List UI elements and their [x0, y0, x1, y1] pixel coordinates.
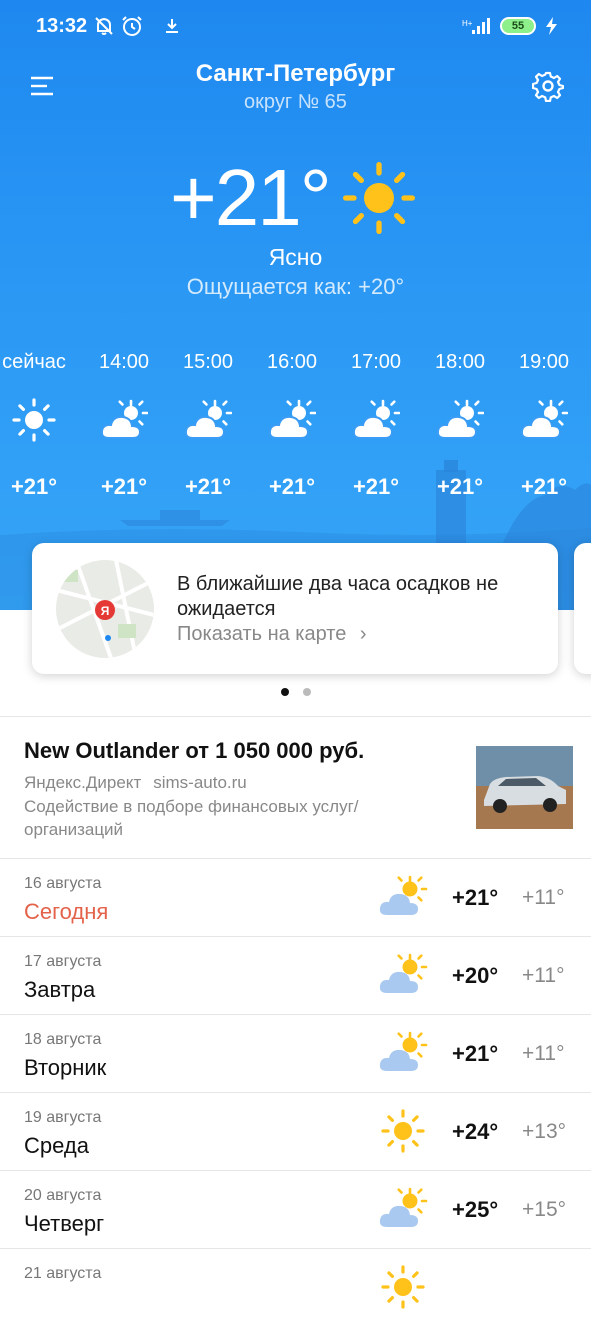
forecast-high: +21° [452, 885, 499, 910]
partly-cloudy-icon [100, 398, 148, 442]
hourly-time: 15:00 [182, 351, 234, 373]
forecast-low: +11° [522, 1042, 565, 1065]
partly-cloudy-icon [184, 398, 232, 442]
hourly-temp: +21° [10, 474, 58, 499]
forecast-high: +20° [452, 963, 499, 988]
forecast-day-name: Вторник [24, 1055, 107, 1080]
forecast-day-name: Завтра [24, 977, 96, 1002]
forecast-low: +13° [522, 1120, 567, 1143]
hourly-item[interactable]: сейчас +21° [0, 346, 76, 500]
forecast-high: +25° [452, 1197, 499, 1222]
forecast-date: 19 августа [24, 1109, 102, 1126]
map-marker-label: Я [101, 604, 110, 618]
mute-notifications-icon [95, 17, 113, 35]
partly-cloudy-icon [378, 875, 428, 919]
forecast-day-name: Среда [24, 1133, 89, 1158]
partly-cloudy-icon [378, 1031, 428, 1075]
forecast-day-row[interactable]: 19 августа Среда +24° +13° [0, 1093, 591, 1171]
show-on-map-link[interactable]: Показать на карте › [177, 623, 367, 646]
signal-icon: H+ [462, 18, 490, 34]
forecast-day-row[interactable]: 16 августа Сегодня +21° +11° [0, 859, 591, 937]
sun-icon [339, 158, 419, 238]
partly-cloudy-icon [520, 398, 568, 442]
hourly-item[interactable]: 14:00 +21° [82, 346, 166, 500]
hourly-time: 18:00 [434, 351, 486, 373]
forecast-day-name: Сегодня [24, 899, 109, 924]
forecast-high: +24° [452, 1119, 499, 1144]
hourly-item[interactable]: 17:00 +21° [334, 346, 418, 500]
forecast-day-row[interactable]: 20 августа Четверг +25° +15° [0, 1171, 591, 1249]
svg-text:H+: H+ [462, 19, 473, 28]
sun-icon [381, 1109, 425, 1153]
partly-cloudy-icon [378, 953, 428, 997]
hourly-item[interactable]: 15:00 +21° [166, 346, 250, 500]
status-time: 13:32 [36, 15, 88, 37]
partly-cloudy-icon [378, 1187, 428, 1231]
forecast-low: +11° [522, 964, 565, 987]
next-card-peek[interactable] [574, 543, 591, 674]
ad-domain[interactable]: sims-auto.ru [153, 773, 247, 792]
hourly-forecast[interactable]: сейчас +21° 14:00 +21° 15:00 +21° 16:00 … [0, 346, 591, 516]
hourly-temp: +21° [520, 474, 568, 499]
district-name: округ № 65 [244, 91, 347, 113]
ad-description: Содействие в подборе финансовых услуг/ор… [24, 797, 359, 839]
hourly-temp: +21° [184, 474, 232, 499]
partly-cloudy-icon [268, 398, 316, 442]
hourly-temp: +21° [100, 474, 148, 499]
charging-icon [546, 17, 557, 35]
current-condition: Ясно [268, 244, 323, 270]
current-temperature: +21° [170, 153, 332, 242]
hourly-item[interactable]: 18:00 +21° [418, 346, 502, 500]
city-name[interactable]: Санкт-Петербург [0, 60, 591, 88]
chevron-right-icon: › [359, 623, 367, 645]
forecast-date: 17 августа [24, 953, 102, 970]
hourly-temp: +21° [268, 474, 316, 499]
forecast-date: 20 августа [24, 1187, 102, 1204]
carousel-pagination [0, 683, 591, 701]
hourly-item[interactable]: 16:00 +21° [250, 346, 334, 500]
forecast-day-name: Четверг [24, 1211, 105, 1236]
battery-indicator: 55 [500, 17, 536, 35]
partly-cloudy-icon [436, 398, 484, 442]
hourly-item[interactable]: 19:00 +21° [502, 346, 586, 500]
show-on-map-label: Показать на карте [177, 623, 347, 645]
sun-icon [381, 1265, 425, 1309]
forecast-day-row[interactable]: 17 августа Завтра +20° +11° [0, 937, 591, 1015]
feels-like: Ощущается как: +20° [186, 274, 405, 299]
hourly-temp: +21° [352, 474, 400, 499]
forecast-high: +21° [452, 1041, 499, 1066]
forecast-day-row[interactable]: 21 августа [0, 1249, 591, 1327]
precipitation-card[interactable]: Я В ближайшие два часа осадков не ожидае… [32, 543, 558, 674]
ad-block[interactable]: New Outlander от 1 050 000 руб. Яндекс.Д… [0, 717, 591, 858]
forecast-date: 16 августа [24, 875, 102, 892]
pagination-dot[interactable] [302, 688, 311, 696]
sun-icon [12, 398, 56, 442]
pagination-dot-active[interactable] [280, 688, 289, 696]
partly-cloudy-icon [352, 398, 400, 442]
hourly-time: 17:00 [350, 351, 402, 373]
ad-source-line: Яндекс.Директ sims-auto.ru [24, 773, 259, 793]
hero-panel: 13:32 H+ 55 Санкт-Петербург округ № 65 +… [0, 0, 591, 610]
precipitation-map-thumbnail: Я [56, 560, 154, 658]
ad-title[interactable]: New Outlander от 1 050 000 руб. [24, 738, 364, 764]
forecast-day-row[interactable]: 18 августа Вторник +21° +11° [0, 1015, 591, 1093]
forecast-low: +15° [522, 1198, 567, 1221]
forecast-date: 21 августа [24, 1265, 102, 1282]
status-bar: 13:32 H+ 55 [0, 0, 591, 54]
hourly-time: сейчас [2, 351, 66, 373]
ad-car-image[interactable] [476, 746, 573, 829]
hourly-time: 14:00 [98, 351, 150, 373]
ad-source: Яндекс.Директ [24, 773, 142, 792]
download-icon [166, 19, 178, 33]
alarm-icon [122, 16, 142, 36]
hourly-time: 19:00 [518, 351, 570, 373]
precipitation-message: В ближайшие два часа осадков не ожидаетс… [177, 573, 499, 620]
forecast-date: 18 августа [24, 1031, 102, 1048]
hourly-temp: +21° [436, 474, 484, 499]
forecast-low: +11° [522, 886, 565, 909]
hourly-time: 16:00 [266, 351, 318, 373]
